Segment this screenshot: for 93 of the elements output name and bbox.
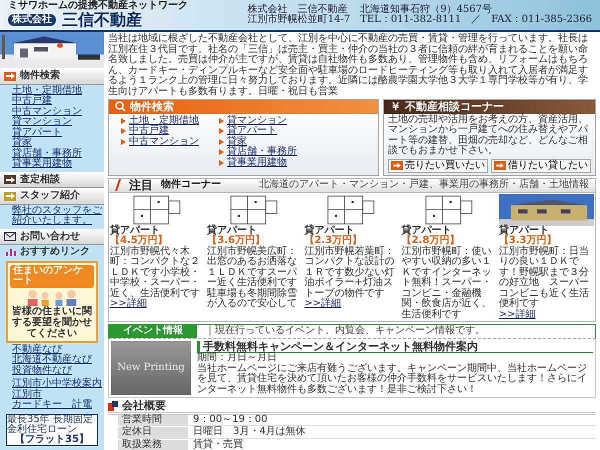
details-link[interactable]: >>詳細: [110, 299, 206, 310]
sidebar-link[interactable]: 北海道不動産なび: [12, 355, 104, 366]
marker-icon: [108, 400, 118, 411]
events-caption: ｜現在行っているイベント、内覧会、キャンペーン情報です。: [205, 326, 485, 337]
listing-type: 貸アパート: [402, 226, 452, 236]
logo-name: 三信不動産: [62, 12, 142, 29]
search-link[interactable]: 貸家: [227, 136, 247, 148]
logo-prefix: 株式会社: [8, 14, 56, 26]
mail-icon: [4, 232, 16, 242]
table-label: 定休日: [118, 427, 188, 439]
company-info: TEL：011-382-8111 ／ FAX：011-385-2366: [360, 15, 592, 26]
search-link[interactable]: 貸店舗・事務所: [227, 147, 297, 158]
consult-button[interactable]: 借りたい貸したい: [491, 158, 591, 174]
tagline: ミサワホームの提携不動産ネットワーク: [8, 1, 188, 12]
heading-text: 物件検索: [20, 71, 60, 82]
sidebar-link[interactable]: 江別市: [12, 390, 104, 400]
sidebar-link[interactable]: 貸マンション: [12, 117, 104, 128]
search-link[interactable]: 貸事業用建物: [227, 158, 287, 168]
listing-description: 江別市野幌町：日当りの良い１ＤＫです！野幌駅まで３分の好立地 スーパーコンビニも近く生活便利です: [498, 246, 590, 310]
section-caption: 北海道のアパート・マンション・戸建、事業用の事務所・店舗・土地情報: [259, 180, 589, 191]
details-link[interactable]: >>詳細: [498, 310, 594, 320]
arrow-icon: [494, 161, 506, 170]
event-period: 期間：月日～月日: [197, 353, 278, 364]
sidebar-link[interactable]: 江別市小中学校案内: [12, 379, 104, 390]
listing-description: 江別市野幌若葉町：コンパクトな設計の１Ｒです数少ない灯油ボイラー+灯油ストーブの物件です: [304, 246, 396, 299]
sidebar-link[interactable]: 弊社のスタッフをご紹介いたします。: [12, 206, 104, 226]
search-link[interactable]: 中古戸建: [129, 126, 169, 137]
company-info: 株式会社 三信不動産: [248, 4, 348, 14]
survey-banner[interactable]: 住まいのアンケート 皆様の住まいに関する要望を聞かせてください: [6, 260, 98, 342]
table-value: 9：00～19：00: [189, 414, 596, 426]
listing-price: 【3.6万円】: [207, 236, 265, 246]
listing-type: 貸アパート: [304, 226, 354, 236]
listing-description: 江別市野幌代々木町：コンパクトな２ＬＤＫです小学校・中学校・スーパー・近く、生活便利です: [110, 246, 201, 299]
heading-text: お問い合わせ: [20, 232, 80, 242]
sidebar-link[interactable]: 貸店舗・事務所: [12, 148, 104, 159]
table-label: 取扱業務: [118, 440, 188, 450]
sidebar-link[interactable]: 土地・定期借地: [12, 86, 104, 96]
sidebar-link[interactable]: カードキー 計電: [12, 400, 104, 410]
company-info: 江別市野幌松並町14-7: [248, 15, 350, 26]
heading-text: スタッフ紹介: [20, 191, 80, 202]
survey-message: 皆様の住まいに関する要望を聞かせてください: [11, 306, 93, 338]
listing-type: 貸アパート: [207, 226, 258, 236]
listing-description: 江別市野幌美広町：出窓のあるお洒落な１ＬＤＫですスーパー近く生活便利です駐車場も冬期間除雪が入るので安心して: [207, 246, 298, 310]
panel-title: 物件検索: [130, 101, 174, 113]
arrow-icon: [4, 175, 16, 184]
listing-description: 江別市野幌町：使いやすい収納の多い１Ｋですインターネット無料！スーパー・コンビニ・金融機関・飲食店が近く、生活便利です: [402, 246, 493, 320]
table-value: 日曜日 3月・4月は無休: [189, 427, 596, 439]
panel-title: 不動産相談コーナー: [405, 101, 504, 113]
yen-symbol: ￥: [390, 101, 401, 113]
arrow-icon: [391, 161, 403, 170]
sidebar-heading[interactable]: 物件検索: [0, 68, 104, 84]
sidebar-link[interactable]: 中古戸建: [12, 96, 104, 106]
company-title: 会社概要: [122, 400, 166, 412]
event-text: 当社ホームページにご来店有難うございます。キャンペーン期間中、当社ホームページを見て、賃貸住宅を決めて頂いたお客様の仲介手数料をサービスいたします！さらにインターネット無料物件も多数ございます！是非ご検討下さい！: [197, 364, 588, 396]
sidebar-heading[interactable]: スタッフ紹介: [0, 188, 104, 204]
company-info: 北海道知事石狩（9）4567号: [360, 4, 494, 14]
section-subtitle: 物件コーナー: [161, 180, 221, 191]
sidebar-link[interactable]: 中古マンション: [12, 106, 104, 117]
listing-price: 【4.5万円】: [110, 236, 168, 246]
sidebar-link[interactable]: 不動産なび: [12, 344, 104, 355]
survey-title: 住まいのアンケート: [10, 264, 94, 288]
sidebar-link[interactable]: 貸事業用建物: [12, 159, 104, 170]
search-icon: [115, 101, 126, 112]
search-link[interactable]: 土地・定期借地: [129, 116, 199, 126]
section-title: 注目: [129, 179, 153, 192]
placeholder-text: New Printing: [117, 362, 185, 374]
recommend-heading: おすすめリンク: [20, 247, 90, 258]
arrow-icon: [4, 192, 16, 201]
intro-paragraph: 当社は地域に根ざした不動産会社として、江別を中心に不動産の売買・賃貸・管理を行っています。社長は江別在住３代目です。社名の「三信」は売主・買主・仲介の当社の３者に信頼の絆が育まれることを願い命名致しました。売買は仲介が主ですが、賃貸は自社物件も多数あり、管理物件も含め、リフォームはもちろん、カードキー・ディンプルキーなど安全面や駐車場のロードヒーティング等も取り入れて入居者が満足するよう１ランク上の管理に日々努力しております。近隣には酪農学園大学他３大学１専門学校等が有り、学生向けアパートも多数有ります。日曜・祝日も営業: [108, 34, 589, 97]
consult-button[interactable]: 売りたい買いたい: [388, 158, 488, 174]
loan-title: 【フラット35】: [15, 434, 89, 445]
events-title: イベント情報: [109, 325, 197, 338]
table-value: 賃貸・売買: [189, 440, 596, 450]
listing-price: 【2.8万円】: [402, 236, 460, 246]
bar-chart-icon: [6, 248, 16, 256]
sidebar-heading[interactable]: お問い合わせ: [0, 228, 104, 245]
sidebar-heading[interactable]: 査定相談: [0, 172, 104, 188]
sidebar-link[interactable]: 投資物件なび: [12, 366, 104, 376]
search-link[interactable]: 貸アパート: [227, 126, 277, 137]
arrow-icon: [4, 72, 16, 81]
listing-type: 貸アパート: [110, 226, 160, 236]
slash-icon: [115, 179, 121, 192]
consult-text: 土地の売却や活用をお考えの方、資産活用、マンションから一戸建てへの住み替えやアパート等の建替、田畑の売却など、どんなご相談でもおまかせ下さい。: [387, 114, 590, 158]
sidebar-link[interactable]: 貸アパート: [12, 128, 104, 138]
listing-type: 貸アパート: [498, 226, 549, 236]
search-link[interactable]: 中古マンション: [129, 136, 199, 148]
listing-price: 【2.3万円】: [304, 236, 362, 246]
heading-text: 査定相談: [20, 174, 60, 185]
table-label: 営業時間: [118, 414, 188, 426]
sidebar-link[interactable]: 貸家: [12, 138, 104, 148]
search-link[interactable]: 貸マンション: [227, 116, 287, 126]
listing-price: 【3.3万円】: [498, 236, 557, 246]
details-link[interactable]: >>詳細: [304, 299, 400, 310]
